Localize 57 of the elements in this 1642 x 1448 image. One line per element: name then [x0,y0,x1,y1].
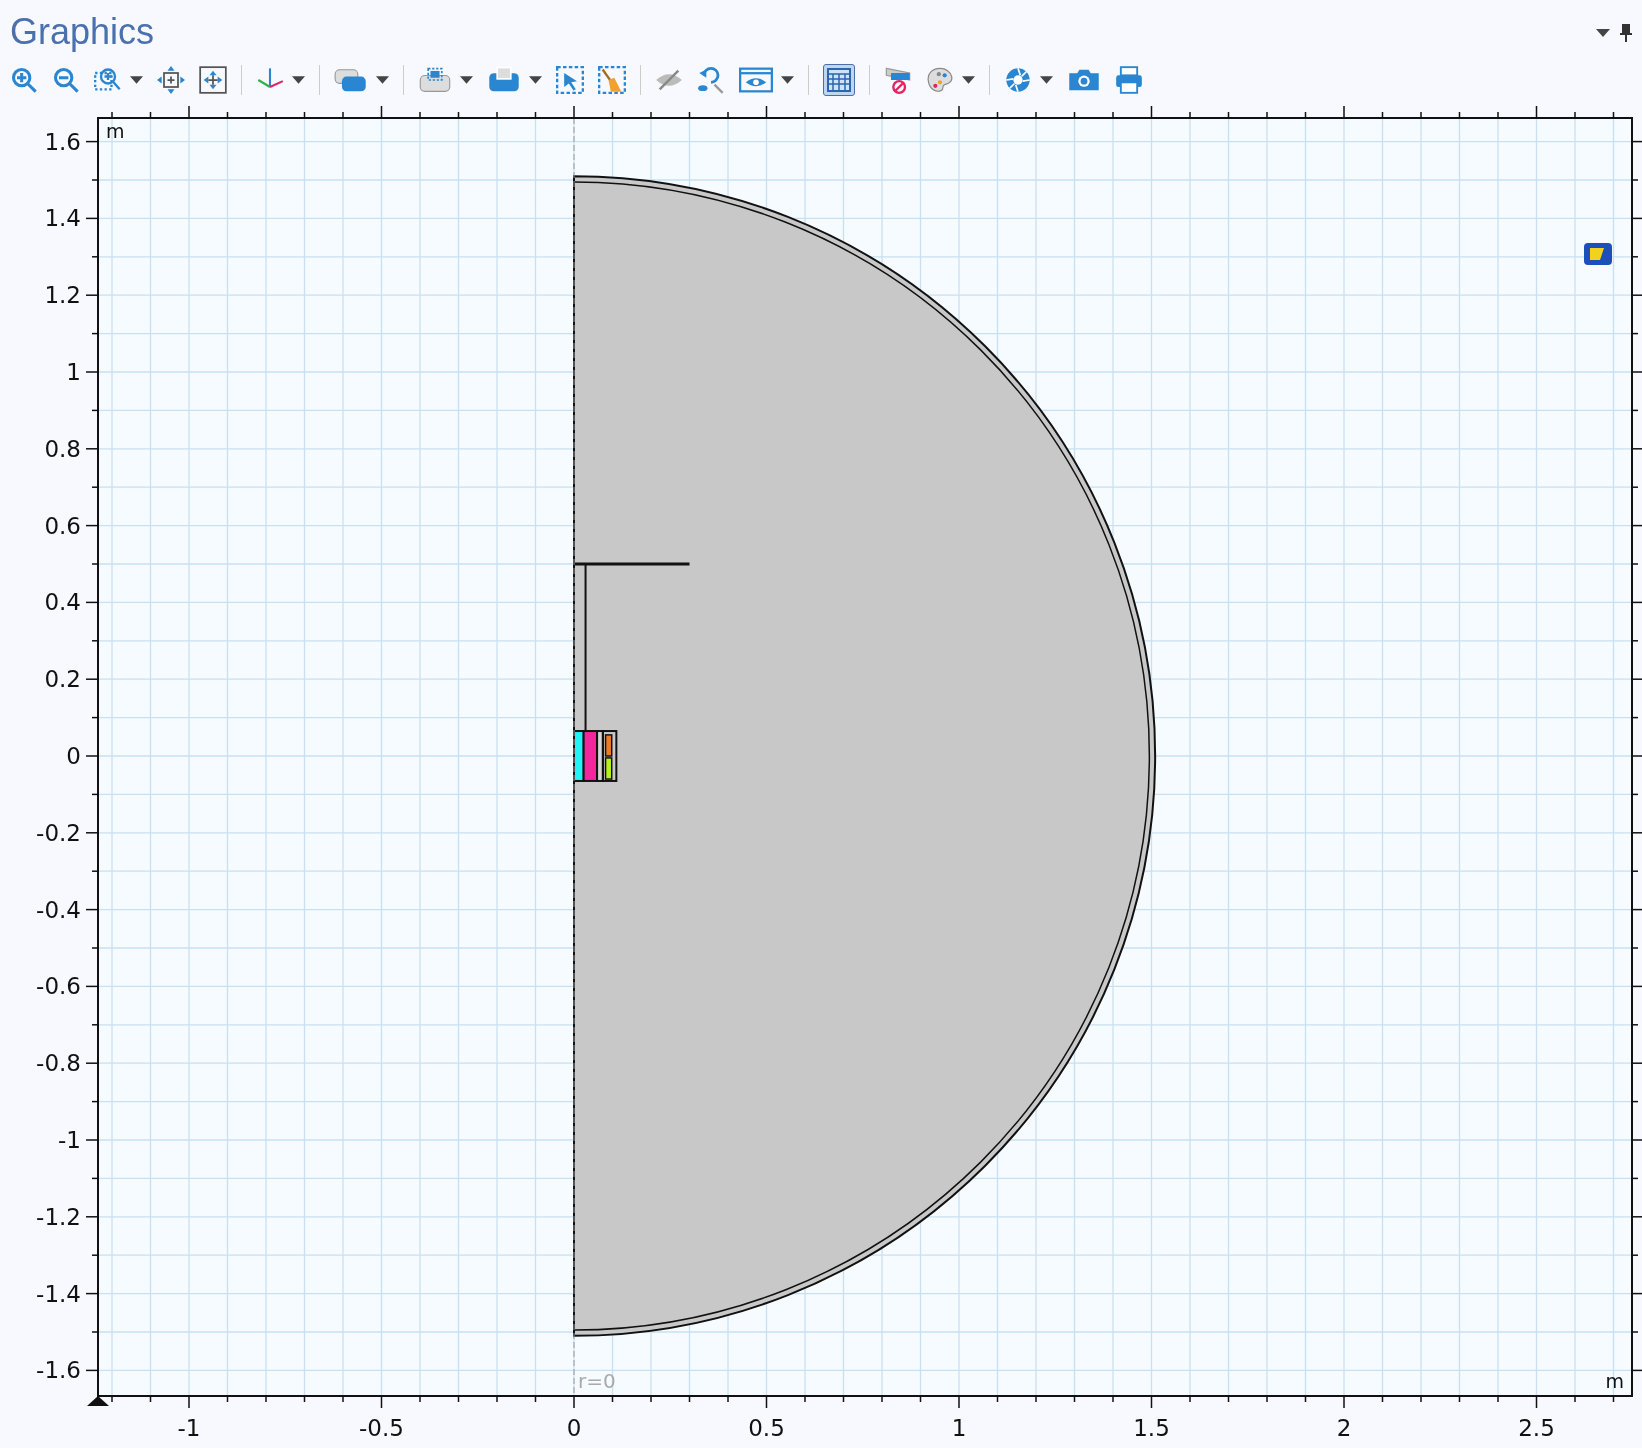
axis-tick-label: 0.8 [44,435,81,462]
select-boundary-icon[interactable] [487,66,521,94]
axis-tick-label: 1.6 [44,128,81,155]
broom-icon[interactable] [598,66,626,94]
caret-icon[interactable] [130,76,143,84]
axis-tick-label: -1.2 [36,1203,81,1230]
box-select-icon[interactable] [556,66,584,94]
caret-icon[interactable] [529,76,542,84]
axis-tick-label: 2 [1336,1415,1352,1441]
axis-tick-label: -0.8 [36,1050,81,1077]
palette-icon[interactable] [926,66,954,94]
axis-tick-label: 1.4 [44,205,81,232]
caret-icon[interactable] [781,76,794,84]
axis-tick-label: 0.5 [748,1415,785,1441]
axis-tick-label: 2.5 [1518,1415,1555,1441]
axis-tick-label: 0 [566,1415,582,1441]
no-light-icon[interactable] [884,66,912,94]
axis-tick-label: -1 [58,1127,81,1153]
axis-label: r=0 [578,1369,616,1393]
axis-tick-label: -0.5 [359,1415,404,1441]
zoom-in-icon[interactable] [10,66,38,94]
axis-tick-label: 1 [951,1415,967,1441]
zoom-extents-icon[interactable] [199,66,227,94]
logo-icon [1584,243,1612,265]
grid-button[interactable] [823,64,855,96]
caret-icon[interactable] [460,76,473,84]
axis-tick-label: -0.4 [36,896,81,923]
axis-tick-label: -1.4 [36,1280,81,1307]
axis-tick-label: 0.2 [44,666,81,693]
select-domain-icon[interactable] [418,66,452,94]
axis-tick-label: 0.6 [44,512,81,539]
zoom-box-icon[interactable] [94,66,122,94]
axis-tick-label: 0.4 [44,589,81,616]
caret-icon[interactable] [1596,29,1610,37]
pin-icon[interactable] [1620,24,1632,42]
axis-unit-label: m [1605,1370,1624,1392]
caret-icon[interactable] [1040,76,1053,84]
reset-icon[interactable] [697,66,725,94]
caret-icon[interactable] [292,76,305,84]
caret-icon[interactable] [962,76,975,84]
view-icon[interactable] [739,66,773,94]
caret-icon[interactable] [376,76,389,84]
zoom-out-icon[interactable] [52,66,80,94]
axis-tick-label: 1 [66,359,81,385]
window-title: Graphics [10,10,155,54]
center-icon[interactable] [157,66,185,94]
axis-tick-label: -0.2 [36,819,81,846]
axis-tick-label: -1 [177,1415,201,1441]
axis-tick-label: 0 [66,743,81,769]
axis-tick-label: 1.5 [1133,1415,1170,1441]
printer-icon[interactable] [1115,66,1143,94]
axis-tick-label: -0.6 [36,973,81,1000]
axis-tick-label: -1.6 [36,1357,81,1384]
shapes-icon[interactable] [334,66,368,94]
shutter-icon[interactable] [1004,66,1032,94]
axis-tick-label: 1.2 [44,282,81,309]
axis-unit-label: m [106,120,125,142]
